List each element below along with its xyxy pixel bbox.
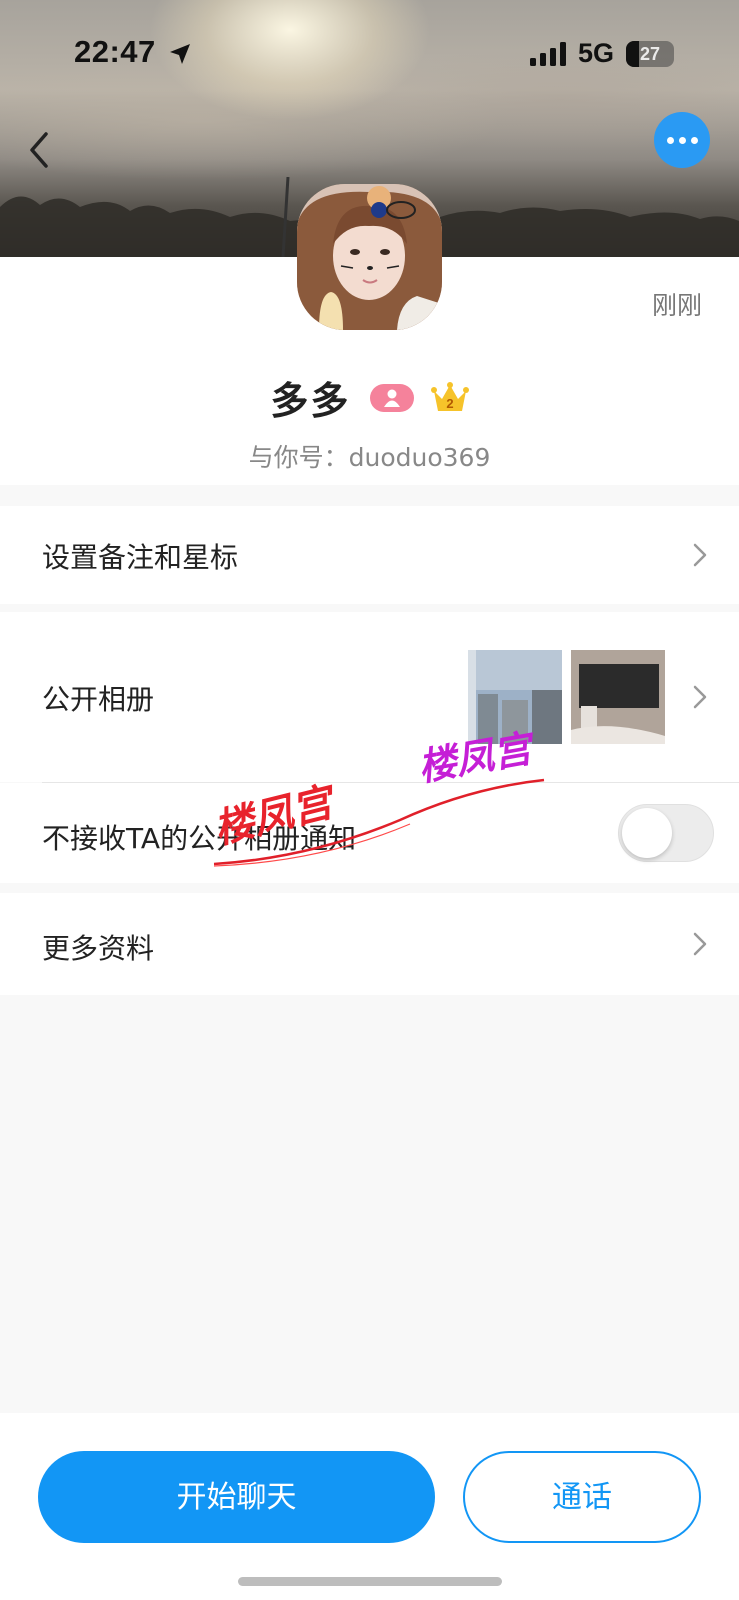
album-thumbnail[interactable] — [571, 650, 665, 744]
signal-bars-icon — [530, 42, 566, 66]
female-badge-icon — [369, 383, 414, 412]
mute-album-updates-toggle[interactable] — [618, 804, 714, 862]
chevron-left-icon — [30, 132, 48, 168]
more-options-button[interactable] — [654, 112, 710, 168]
public-album-label: 公开相册 — [42, 683, 155, 716]
more-dots-icon — [679, 137, 686, 144]
network-type: 5G — [578, 38, 615, 68]
more-info-row[interactable]: 更多资料 — [0, 893, 739, 995]
start-chat-button[interactable]: 开始聊天 — [38, 1451, 435, 1543]
more-info-label: 更多资料 — [42, 932, 155, 965]
more-dots-icon — [691, 137, 698, 144]
status-time: 22:47 — [74, 34, 156, 69]
crown-icon: 2 — [430, 381, 469, 415]
profile-name: 多多 — [270, 379, 351, 423]
toggle-knob — [622, 808, 672, 858]
home-indicator[interactable] — [238, 1577, 502, 1586]
account-id-line: 与你号：duoduo369 — [0, 438, 739, 474]
back-button[interactable] — [22, 126, 62, 174]
call-button[interactable]: 通话 — [463, 1451, 701, 1543]
chevron-right-icon — [693, 932, 707, 956]
avatar-photo — [297, 184, 442, 330]
battery-icon: 27 — [626, 41, 674, 67]
chevron-right-icon — [693, 685, 707, 709]
account-id: duoduo369 — [348, 443, 491, 472]
location-arrow-icon — [170, 44, 190, 64]
more-dots-icon — [667, 137, 674, 144]
crown-level: 2 — [446, 396, 453, 411]
battery-level: 27 — [639, 44, 661, 64]
account-prefix: 与你号： — [248, 443, 349, 472]
avatar[interactable] — [297, 184, 442, 330]
chevron-right-icon — [693, 543, 707, 567]
name-row: 多多 2 — [0, 370, 739, 426]
remark-star-label: 设置备注和星标 — [42, 541, 239, 574]
remark-star-row[interactable]: 设置备注和星标 — [0, 506, 739, 604]
status-bar: 22:47 5G 27 — [0, 0, 739, 100]
last-active-time: 刚刚 — [652, 291, 703, 320]
